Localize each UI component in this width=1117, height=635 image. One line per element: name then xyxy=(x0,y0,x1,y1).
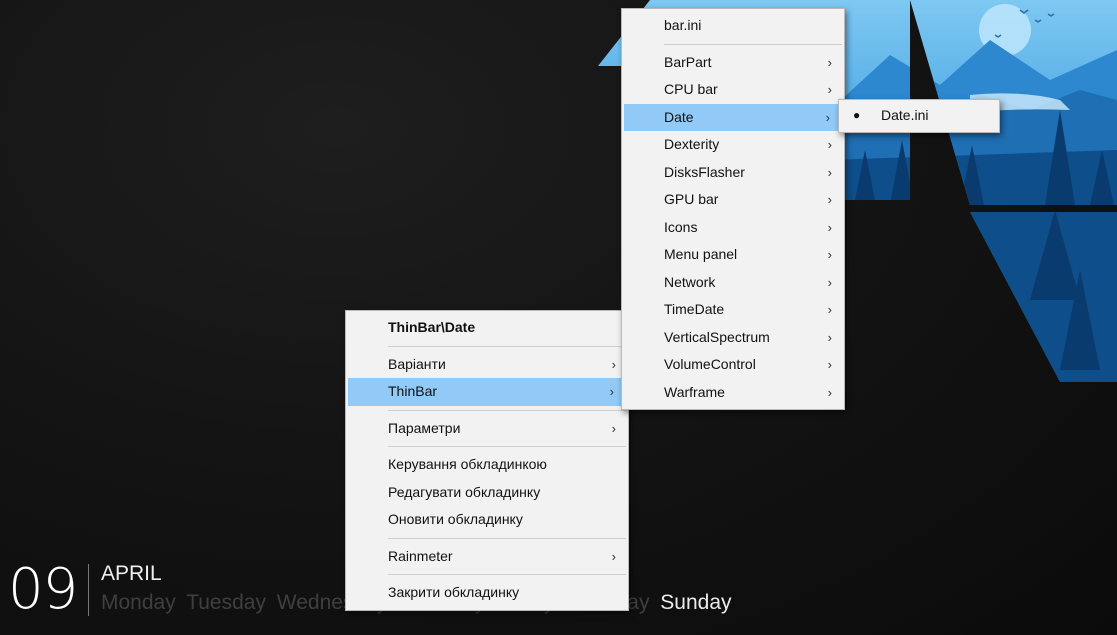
menu-item-settings[interactable]: Параметри › xyxy=(346,415,628,443)
menu-item-menu-panel-label: Menu panel xyxy=(664,246,738,262)
menu-item-variants[interactable]: Варіанти › xyxy=(346,351,628,379)
month-label: APRIL xyxy=(101,562,162,585)
chevron-right-icon: › xyxy=(611,548,616,564)
chevron-right-icon: › xyxy=(827,384,832,400)
menu-item-rainmeter-label: Rainmeter xyxy=(388,547,453,564)
weekday-sunday: Sunday xyxy=(660,591,732,614)
chevron-right-icon: › xyxy=(827,302,832,317)
chevron-right-icon: › xyxy=(611,356,616,372)
menu-item-manage-skin-label: Керування обкладинкою xyxy=(388,456,547,472)
menu-item-date[interactable]: Date › xyxy=(624,103,842,131)
menu-skin-title-label: ThinBar\Date xyxy=(388,319,476,335)
menu-item-disksflasher-label: DisksFlasher xyxy=(664,163,745,180)
menu-item-dexterity[interactable]: Dexterity › xyxy=(622,131,844,159)
chevron-right-icon: › xyxy=(827,329,832,345)
menu-item-refresh-skin-label: Оновити обкладинку xyxy=(388,511,523,527)
menu-item-bar-ini[interactable]: bar.ini xyxy=(622,12,844,40)
bullet-icon: ● xyxy=(853,108,861,122)
menu-item-refresh-skin[interactable]: Оновити обкладинку xyxy=(346,506,628,534)
context-menu-main: ThinBar\Date Варіанти › ThinBar › Параметр… xyxy=(345,310,629,611)
menu-separator xyxy=(388,446,626,447)
menu-item-warframe[interactable]: Warframe › xyxy=(622,379,844,407)
menu-item-close-skin[interactable]: Закрити обкладинку xyxy=(346,579,628,607)
menu-item-verticalspectrum[interactable]: VerticalSpectrum › xyxy=(622,324,844,352)
menu-item-icons-label: Icons xyxy=(664,218,698,235)
menu-item-date-ini-label: Date.ini xyxy=(881,107,929,123)
chevron-right-icon: › xyxy=(827,192,832,207)
menu-item-thinbar[interactable]: ThinBar › xyxy=(348,378,626,406)
menu-item-thinbar-label: ThinBar xyxy=(388,383,438,399)
submenu-date-variants: ● Date.ini xyxy=(838,99,1000,133)
menu-item-disksflasher[interactable]: DisksFlasher › xyxy=(622,159,844,187)
menu-item-cpu-bar[interactable]: CPU bar › xyxy=(622,76,844,104)
menu-item-network-label: Network xyxy=(664,273,716,290)
menu-item-timedate-label: TimeDate xyxy=(664,301,725,317)
menu-item-edit-skin-label: Редагувати обкладинку xyxy=(388,483,541,500)
chevron-right-icon: › xyxy=(825,109,830,125)
chevron-right-icon: › xyxy=(827,247,832,262)
menu-item-volumecontrol-label: VolumeControl xyxy=(664,356,756,372)
chevron-right-icon: › xyxy=(827,164,832,180)
menu-separator xyxy=(388,345,626,347)
menu-item-icons[interactable]: Icons › xyxy=(622,214,844,242)
menu-separator xyxy=(388,537,626,539)
chevron-right-icon: › xyxy=(827,274,832,290)
menu-separator xyxy=(664,43,842,45)
menu-item-date-label: Date xyxy=(664,108,694,125)
menu-item-verticalspectrum-label: VerticalSpectrum xyxy=(664,328,770,345)
menu-item-close-skin-label: Закрити обкладинку xyxy=(388,584,520,600)
menu-item-bar-ini-label: bar.ini xyxy=(664,17,702,33)
menu-item-barpart-label: BarPart xyxy=(664,53,712,70)
menu-item-volumecontrol[interactable]: VolumeControl › xyxy=(622,351,844,379)
menu-item-barpart[interactable]: BarPart › xyxy=(622,49,844,77)
menu-item-edit-skin[interactable]: Редагувати обкладинку xyxy=(346,479,628,507)
menu-item-timedate[interactable]: TimeDate › xyxy=(622,296,844,324)
menu-item-gpu-bar-label: GPU bar xyxy=(664,191,719,207)
menu-item-menu-panel[interactable]: Menu panel › xyxy=(622,241,844,269)
chevron-right-icon: › xyxy=(827,54,832,70)
menu-item-date-ini[interactable]: ● Date.ini xyxy=(839,102,999,130)
weekday-monday: Monday xyxy=(101,591,176,614)
day-number: 09 xyxy=(8,557,78,622)
menu-separator xyxy=(388,409,626,411)
menu-item-variants-label: Варіанти xyxy=(388,355,446,372)
chevron-right-icon: › xyxy=(609,384,614,399)
chevron-right-icon: › xyxy=(827,219,832,235)
menu-skin-title[interactable]: ThinBar\Date xyxy=(346,314,628,342)
menu-item-gpu-bar[interactable]: GPU bar › xyxy=(622,186,844,214)
menu-item-dexterity-label: Dexterity xyxy=(664,136,720,152)
chevron-right-icon: › xyxy=(611,420,616,436)
chevron-right-icon: › xyxy=(827,82,832,97)
menu-item-manage-skin[interactable]: Керування обкладинкою xyxy=(346,451,628,479)
date-divider xyxy=(88,564,89,616)
menu-separator xyxy=(388,574,626,575)
menu-item-rainmeter[interactable]: Rainmeter › xyxy=(346,543,628,571)
menu-item-warframe-label: Warframe xyxy=(664,383,725,400)
menu-item-network[interactable]: Network › xyxy=(622,269,844,297)
weekday-tuesday: Tuesday xyxy=(186,591,266,614)
submenu-thinbar-skins: bar.ini BarPart › CPU bar › Date › Dexterit… xyxy=(621,8,845,410)
chevron-right-icon: › xyxy=(827,137,832,152)
menu-item-cpu-bar-label: CPU bar xyxy=(664,81,718,97)
chevron-right-icon: › xyxy=(827,357,832,372)
menu-item-settings-label: Параметри xyxy=(388,419,461,436)
